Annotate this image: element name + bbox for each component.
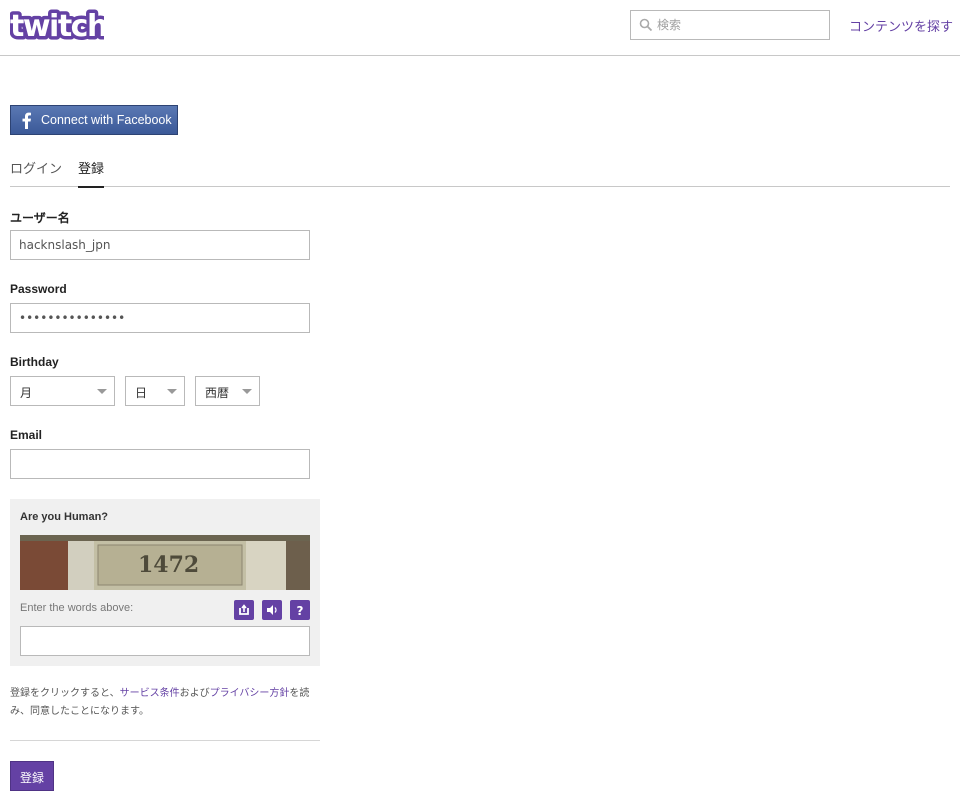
privacy-policy-link[interactable]: プライバシー方針 bbox=[210, 688, 290, 699]
tab-login[interactable]: ログイン bbox=[10, 158, 62, 187]
email-field[interactable] bbox=[10, 449, 310, 479]
search-input[interactable] bbox=[657, 13, 825, 37]
browse-content-link[interactable]: コンテンツを探す bbox=[849, 16, 953, 35]
birthday-day-select[interactable]: 日 bbox=[125, 376, 185, 406]
signup-submit-button[interactable]: 登録 bbox=[10, 761, 54, 791]
captcha-audio-button[interactable] bbox=[262, 600, 282, 620]
facebook-icon bbox=[22, 112, 31, 129]
captcha-image: 1472 bbox=[20, 535, 310, 590]
birthday-year-select[interactable]: 西暦 bbox=[195, 376, 260, 406]
chevron-down-icon bbox=[242, 389, 252, 394]
username-field[interactable] bbox=[10, 230, 310, 260]
terms-middle: および bbox=[179, 688, 210, 699]
help-icon: ? bbox=[297, 604, 304, 617]
password-label: Password bbox=[10, 282, 67, 296]
day-select-value: 日 bbox=[135, 386, 148, 400]
svg-text:twitch: twitch bbox=[10, 9, 104, 44]
captcha-box: Are you Human? 1472 Enter the words abov… bbox=[10, 499, 320, 666]
auth-tabs: ログイン 登録 bbox=[10, 150, 950, 188]
submit-label: 登録 bbox=[19, 771, 44, 785]
facebook-button-label: Connect with Facebook bbox=[41, 113, 172, 127]
email-label: Email bbox=[10, 428, 43, 442]
captcha-answer-field[interactable] bbox=[20, 626, 310, 656]
birthday-label: Birthday bbox=[10, 355, 59, 369]
audio-icon bbox=[267, 605, 277, 615]
birthday-month-select[interactable]: 月 bbox=[10, 376, 115, 406]
svg-text:?: ? bbox=[297, 604, 304, 617]
year-select-value: 西暦 bbox=[205, 386, 230, 400]
password-field[interactable] bbox=[10, 303, 310, 333]
top-header: twitch twitch コンテンツを探す bbox=[0, 0, 960, 56]
terms-of-service-link[interactable]: サービス条件 bbox=[120, 688, 180, 699]
refresh-icon bbox=[239, 604, 249, 615]
tab-signup[interactable]: 登録 bbox=[78, 158, 105, 188]
terms-prefix: 登録をクリックすると、 bbox=[10, 688, 120, 699]
username-label: ユーザー名 bbox=[10, 211, 70, 225]
search-icon bbox=[639, 18, 653, 32]
connect-facebook-button[interactable]: Connect with Facebook bbox=[10, 105, 178, 135]
search-box[interactable] bbox=[630, 10, 830, 40]
captcha-help-button[interactable]: ? bbox=[290, 600, 310, 620]
twitch-logo[interactable]: twitch twitch bbox=[10, 6, 104, 44]
captcha-refresh-button[interactable] bbox=[234, 600, 254, 620]
terms-notice: 登録をクリックすると、サービス条件およびプライバシー方針を読み、同意したことにな… bbox=[10, 685, 322, 721]
captcha-instruction: Enter the words above: bbox=[20, 602, 134, 614]
svg-text:1472: 1472 bbox=[138, 552, 199, 578]
chevron-down-icon bbox=[97, 389, 107, 394]
divider bbox=[10, 740, 320, 741]
captcha-title: Are you Human? bbox=[20, 511, 109, 523]
chevron-down-icon bbox=[167, 389, 177, 394]
month-select-value: 月 bbox=[20, 386, 33, 400]
